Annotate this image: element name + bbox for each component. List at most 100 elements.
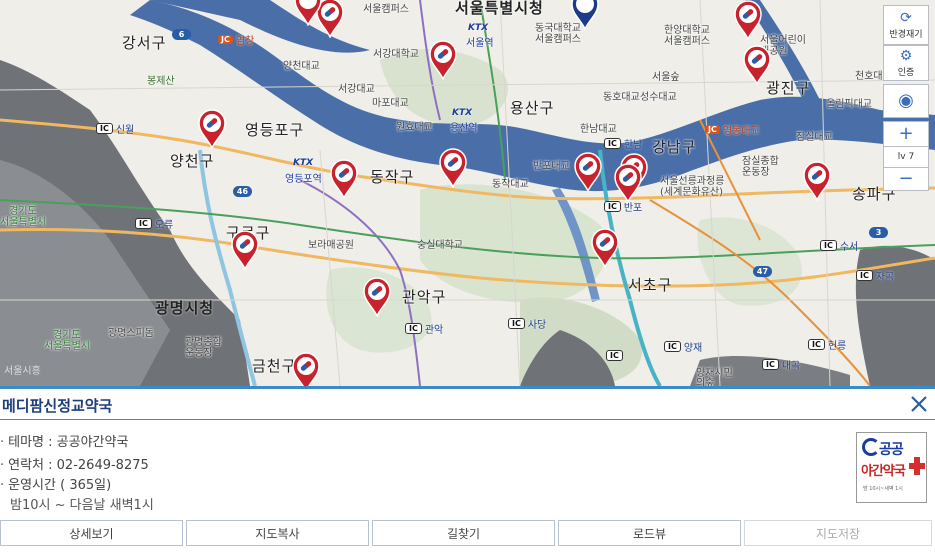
label-hannam-bridge: 한남대교 <box>580 124 617 135</box>
ic-badge: IC <box>762 359 779 370</box>
label-jamsil-bridge: 잠실대교 <box>796 132 833 143</box>
jc-badge: JC <box>705 125 720 134</box>
bullet-icon: · <box>0 435 5 450</box>
label-seogang-bridge: 서강대교 <box>338 84 375 95</box>
label-jamsil-sports: 잠실종합 운동장 <box>742 156 779 178</box>
selected-pharmacy-pin-icon[interactable] <box>570 0 600 30</box>
theme-text: 테마명 : 공공야간약국 <box>8 435 129 450</box>
label-bongjaesan: 봉제산 <box>147 76 175 87</box>
measure-radius-label: 반경재기 <box>889 29 923 40</box>
logo-small-text: 밤 10시~새벽 1시 <box>863 486 903 492</box>
ic-badge: IC <box>508 318 525 329</box>
save-map-button[interactable]: 지도저장 <box>744 520 932 546</box>
pharmacy-pin-icon[interactable] <box>293 0 323 26</box>
ic-label: 자곡 <box>875 272 895 283</box>
pharmacy-name: 메디팜신정교약국 <box>2 397 113 415</box>
label-siheung-edge: 서울시흥 <box>4 366 41 377</box>
close-icon[interactable] <box>909 394 929 414</box>
roadview-button[interactable]: 로드뷰 <box>558 520 741 546</box>
auth-label: 인증 <box>897 67 915 78</box>
pharmacy-pin-icon[interactable] <box>613 163 643 203</box>
auth-button[interactable]: ⚙ 인증 <box>883 45 929 81</box>
ic-label: 사당 <box>527 320 547 331</box>
pharmacy-pin-icon[interactable] <box>733 0 763 40</box>
route-shield: 6 <box>172 29 191 40</box>
label-seoul-city-hall: 서울특별시청 <box>455 0 544 17</box>
label-gangseo: 강서구 <box>122 34 167 52</box>
zoom-in-button[interactable]: + <box>883 121 929 147</box>
ic-hannam: IC 한남 <box>604 136 642 151</box>
label-banpo-bridge: 반포대교 <box>533 161 570 172</box>
ic-label: 한남 <box>623 140 643 151</box>
night-pharmacy-logo: 공공 야간약국 밤 10시~새벽 1시 <box>856 432 927 503</box>
label-seocho: 서초구 <box>628 276 673 294</box>
label-dongjak-bridge: 동작대교 <box>492 179 529 190</box>
ic-label: 오류 <box>154 220 174 231</box>
zoom-out-button[interactable]: − <box>883 167 929 191</box>
label-yongsan-station: 용산역 <box>450 123 478 134</box>
pharmacy-pin-icon[interactable] <box>329 159 359 199</box>
pharmacy-info-panel: 메디팜신정교약국 · 테마명 : 공공야간약국 · 연락처 : 02-2649-82… <box>0 386 935 552</box>
directions-button[interactable]: 길찾기 <box>372 520 555 546</box>
phone-text: 연락처 : 02-2649-8275 <box>8 458 149 473</box>
jc-badge: JC <box>218 35 233 44</box>
label-soongsil: 숭실대학교 <box>417 240 463 251</box>
pharmacy-pin-icon[interactable] <box>291 352 321 386</box>
label-dongho-bridge: 동호대교 <box>603 92 640 103</box>
pharmacy-pin-icon[interactable] <box>197 109 227 149</box>
route-shield: 3 <box>869 227 888 238</box>
route-shield: 46 <box>233 186 252 197</box>
pharmacy-pin-icon[interactable] <box>590 228 620 268</box>
pharmacy-pin-icon[interactable] <box>438 148 468 188</box>
label-boundary-1: 경기도 서울특별시 <box>0 206 46 228</box>
phone-row: · 연락처 : 02-2649-8275 <box>0 454 149 473</box>
ic-badge: IC <box>96 123 113 134</box>
map-view[interactable]: 서울특별시청 강서구 봉제산 영등포구 양천구 동작구 용산구 강남구 광진구 … <box>0 0 935 386</box>
pharmacy-pin-icon[interactable] <box>573 152 603 192</box>
ic-oryu: IC 오류 <box>135 216 173 231</box>
ic-badge: IC <box>405 323 422 334</box>
copy-map-button[interactable]: 지도복사 <box>186 520 369 546</box>
ic-yangjae: IC 양재 <box>664 339 702 354</box>
ic-jagok: IC 자곡 <box>856 268 894 283</box>
zoom-level-text: lv 7 <box>897 152 915 162</box>
pharmacy-pin-icon[interactable] <box>362 277 392 317</box>
label-yeongdeungpo: 영등포구 <box>245 121 305 139</box>
label-seolleung: 서울선릉과정릉 (세계문화유산) <box>660 176 725 198</box>
plus-icon: + <box>898 123 914 144</box>
ic-badge: IC <box>856 270 873 281</box>
jc-label: 영동대교 <box>722 126 760 137</box>
theme-row: · 테마명 : 공공야간약국 <box>0 431 128 450</box>
label-gwangmyeong-sports: 광명종합 운동장 <box>185 337 222 359</box>
detail-button[interactable]: 상세보기 <box>0 520 183 546</box>
pharmacy-pin-icon[interactable] <box>802 161 832 201</box>
panel-divider <box>0 419 935 420</box>
label-gwangjin: 광진구 <box>766 79 811 97</box>
hours-title-text: 운영시간 ( 365일) <box>8 478 112 493</box>
jc-label: 염창 <box>235 36 255 47</box>
ic-sinwol: IC 신월 <box>96 121 134 136</box>
ic-label: 내곡 <box>781 361 801 372</box>
ic-siheung: IC <box>606 350 623 361</box>
jc-yeongdong: JC 영동대교 <box>705 122 760 137</box>
label-mapo-bridge: 마포대교 <box>372 98 409 109</box>
target-icon: ◉ <box>898 90 914 111</box>
pharmacy-pin-icon[interactable] <box>742 45 772 85</box>
label-sogang: 서강대학교 <box>373 49 419 60</box>
label-yangcheon: 양천구 <box>170 152 215 170</box>
label-seongsu-bridge: 성수대교 <box>640 92 677 103</box>
ic-label: 헌릉 <box>827 341 847 352</box>
label-seoul-forest: 서울숲 <box>652 72 680 83</box>
pharmacy-pin-icon[interactable] <box>428 40 458 80</box>
ic-naegok: IC 내곡 <box>762 357 800 372</box>
ktx-yeongdeungpo-icon: KTX <box>293 158 314 168</box>
minus-icon: − <box>898 168 914 189</box>
label-gwangmyeong: 광명시청 <box>155 299 215 317</box>
label-campus-top: 서울캠퍼스 <box>363 4 409 15</box>
my-location-button[interactable]: ◉ <box>883 84 929 118</box>
pharmacy-pin-icon[interactable] <box>230 230 260 270</box>
ic-badge: IC <box>604 138 621 149</box>
ktx-seoul-icon: KTX <box>468 23 489 33</box>
measure-radius-button[interactable]: ⟳ 반경재기 <box>883 5 929 45</box>
logo-text-bottom: 야간약국 <box>861 464 906 479</box>
